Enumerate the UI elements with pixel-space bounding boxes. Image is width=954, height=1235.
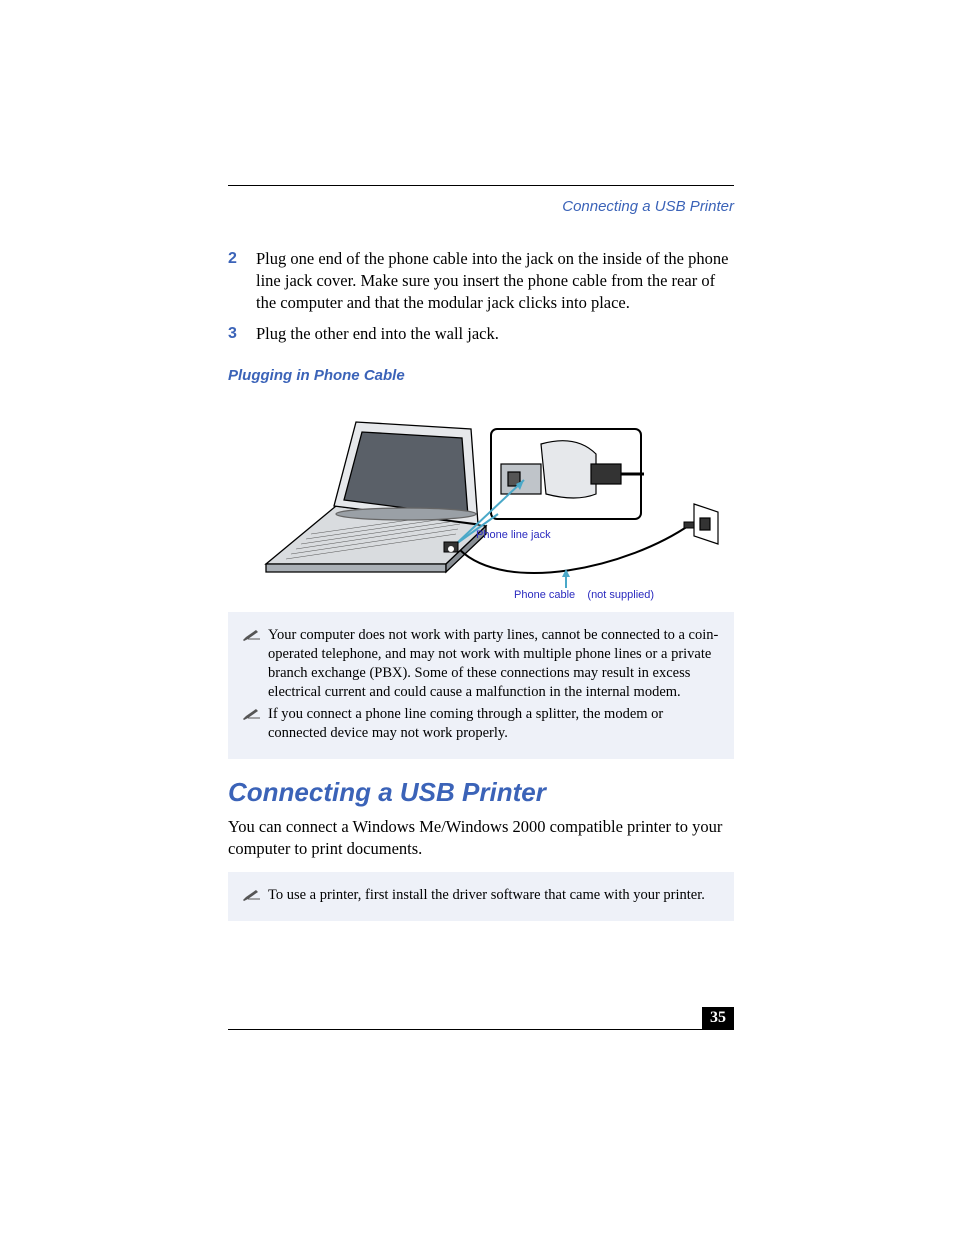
- note-item: If you connect a phone line coming throu…: [242, 705, 720, 743]
- pencil-icon: [242, 886, 268, 905]
- section-lead: You can connect a Windows Me/Windows 200…: [228, 816, 734, 860]
- step-number: 2: [228, 248, 256, 313]
- figure-label-cable-text: Phone cable: [514, 589, 575, 601]
- note-item: To use a printer, first install the driv…: [242, 886, 720, 905]
- note-box: Your computer does not work with party l…: [228, 612, 734, 759]
- header-rule: [228, 185, 734, 186]
- page-number: 35: [702, 1007, 734, 1029]
- step-item: 2 Plug one end of the phone cable into t…: [228, 248, 734, 313]
- footer-rule: [228, 1029, 734, 1030]
- figure-label-notsupplied: (not supplied): [587, 589, 654, 601]
- pencil-icon: [242, 626, 268, 701]
- note-item: Your computer does not work with party l…: [242, 626, 720, 701]
- figure-label-jack: Phone line jack: [476, 529, 551, 541]
- document-page: Connecting a USB Printer 2 Plug one end …: [0, 0, 954, 1235]
- note-text: To use a printer, first install the driv…: [268, 886, 720, 905]
- section-heading: Connecting a USB Printer: [228, 777, 734, 808]
- step-item: 3 Plug the other end into the wall jack.: [228, 323, 734, 345]
- running-header: Connecting a USB Printer: [562, 198, 734, 215]
- pencil-icon: [242, 705, 268, 743]
- page-content: 2 Plug one end of the phone cable into t…: [228, 248, 734, 921]
- note-text: Your computer does not work with party l…: [268, 626, 720, 701]
- figure-label-cable: Phone cable (not supplied): [514, 589, 654, 601]
- step-number: 3: [228, 323, 256, 345]
- figure-illustration: [246, 394, 726, 604]
- figure-caption: Plugging in Phone Cable: [228, 367, 734, 384]
- figure-phone-cable: Phone line jack Phone cable (not supplie…: [246, 394, 726, 604]
- step-text: Plug the other end into the wall jack.: [256, 323, 734, 345]
- step-text: Plug one end of the phone cable into the…: [256, 248, 734, 313]
- note-text: If you connect a phone line coming throu…: [268, 705, 720, 743]
- note-box: To use a printer, first install the driv…: [228, 872, 734, 921]
